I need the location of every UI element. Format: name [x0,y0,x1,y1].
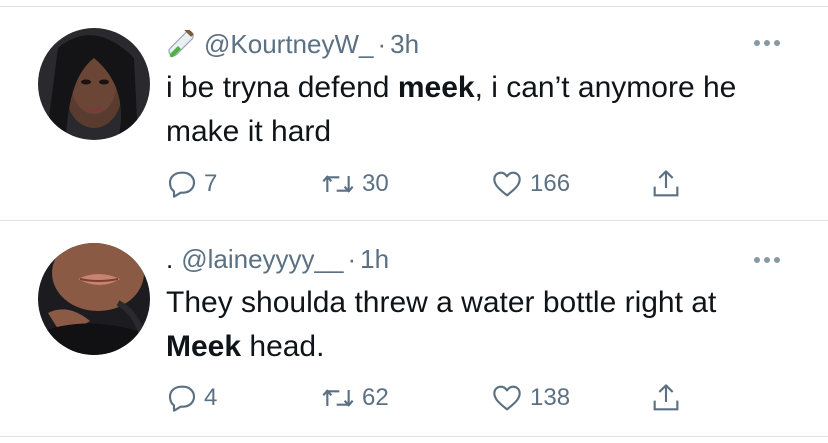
like-button[interactable]: 138 [490,380,570,416]
share-icon [653,384,679,411]
retweet-icon [322,175,354,193]
tweet-text-part: They shoulda threw a water bottle right … [166,286,717,319]
more-options-icon[interactable] [752,255,782,265]
avatar-image [38,28,150,140]
tweet-text-bold: meek [397,71,475,104]
tweet-text-part: head. [241,330,325,363]
retweet-button[interactable]: 30 [320,166,389,202]
timestamp[interactable]: 1h [360,244,389,275]
tweet[interactable]: . @laineyyyy__ · 1h They shoulda threw a… [0,221,828,437]
author-handle[interactable]: @laineyyyy__ [181,244,343,275]
tweet-text: They shoulda threw a water bottle right … [166,281,796,369]
like-count: 166 [530,170,571,197]
tweet-text-part: i be tryna defend [166,71,398,104]
reply-count: 4 [204,384,218,411]
tweet-actions: 7 30 166 [166,166,726,202]
heart-icon [493,171,521,197]
reply-count: 7 [204,170,218,197]
tweet-actions: 4 62 138 [166,380,726,416]
separator-dot: · [347,243,357,274]
timestamp[interactable]: 3h [390,29,419,60]
tweet[interactable]: @KourtneyW_ · 3h i be tryna defend meek,… [0,0,828,220]
retweet-count: 30 [362,170,389,197]
like-button[interactable]: 166 [490,166,570,202]
avatar[interactable] [38,243,150,355]
tweet-header: . @laineyyyy__ · 1h [166,243,389,275]
tweet-header: @KourtneyW_ · 3h [166,28,419,60]
share-button[interactable] [650,166,682,202]
author-handle[interactable]: @KourtneyW_ [204,29,373,60]
retweet-count: 62 [362,384,389,411]
avatar[interactable] [38,28,150,140]
share-button[interactable] [650,380,682,416]
tweet-text-bold: Meek [166,330,242,363]
test-tube-icon [168,30,194,58]
bottom-divider [0,436,828,437]
reply-icon [168,171,196,198]
reply-button[interactable]: 7 [166,166,217,202]
reply-icon [168,385,196,412]
avatar-image [38,243,150,355]
retweet-icon [322,389,354,407]
retweet-button[interactable]: 62 [320,380,389,416]
more-options-icon[interactable] [752,38,782,48]
display-name[interactable]: . [166,244,173,275]
heart-icon [493,385,521,411]
separator-dot: · [377,28,387,59]
reply-button[interactable]: 4 [166,380,217,416]
share-icon [653,170,679,197]
like-count: 138 [530,384,571,411]
tweet-text: i be tryna defend meek, i can’t anymore … [166,66,796,154]
